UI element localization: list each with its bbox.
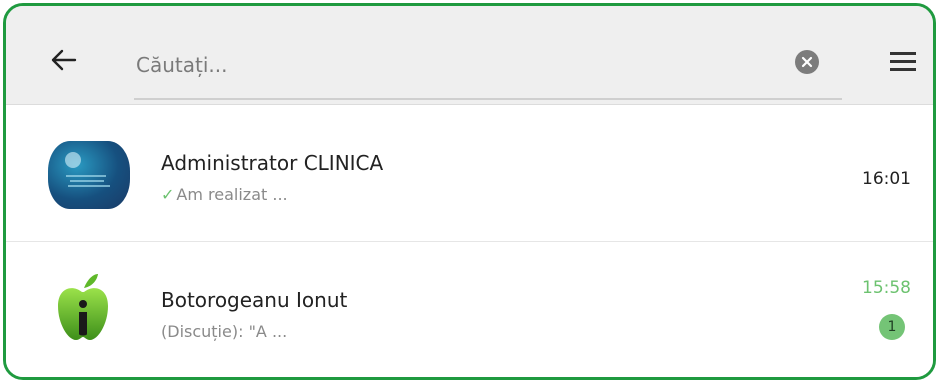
back-button[interactable] bbox=[48, 44, 80, 76]
arrow-left-icon bbox=[51, 49, 77, 71]
hamburger-menu-icon bbox=[890, 68, 916, 71]
chat-list-item[interactable]: Administrator CLINICA ✓ Am realizat ... … bbox=[6, 105, 933, 241]
search-field bbox=[134, 28, 842, 100]
chat-list-item[interactable]: Botorogeanu Ionut (Discuție): "A ... 15:… bbox=[6, 242, 933, 377]
search-underline bbox=[134, 98, 842, 100]
hamburger-menu-button[interactable] bbox=[890, 50, 916, 74]
avatar bbox=[48, 272, 118, 344]
search-toolbar bbox=[6, 6, 933, 105]
chat-name: Administrator CLINICA bbox=[161, 151, 384, 175]
avatar bbox=[48, 141, 130, 209]
avatar-graphic bbox=[65, 152, 81, 168]
unread-count-badge: 1 bbox=[879, 314, 905, 340]
chat-preview-text: Am realizat ... bbox=[176, 185, 288, 204]
app-frame: Administrator CLINICA ✓ Am realizat ... … bbox=[3, 3, 936, 380]
chat-preview-text: (Discuție): "A ... bbox=[161, 322, 288, 341]
avatar-graphic bbox=[66, 175, 110, 187]
chat-time: 15:58 bbox=[862, 278, 911, 298]
clear-search-button[interactable] bbox=[795, 50, 819, 74]
chat-preview: ✓ Am realizat ... bbox=[161, 185, 288, 204]
search-input[interactable] bbox=[134, 46, 778, 84]
chat-time: 16:01 bbox=[862, 169, 911, 189]
check-icon: ✓ bbox=[161, 185, 175, 204]
hamburger-menu-icon bbox=[890, 52, 916, 55]
chat-preview: (Discuție): "A ... bbox=[161, 322, 287, 341]
hamburger-menu-icon bbox=[890, 60, 916, 63]
apple-logo-icon bbox=[58, 274, 108, 340]
chat-name: Botorogeanu Ionut bbox=[161, 288, 348, 312]
clear-circle-icon bbox=[801, 56, 813, 68]
